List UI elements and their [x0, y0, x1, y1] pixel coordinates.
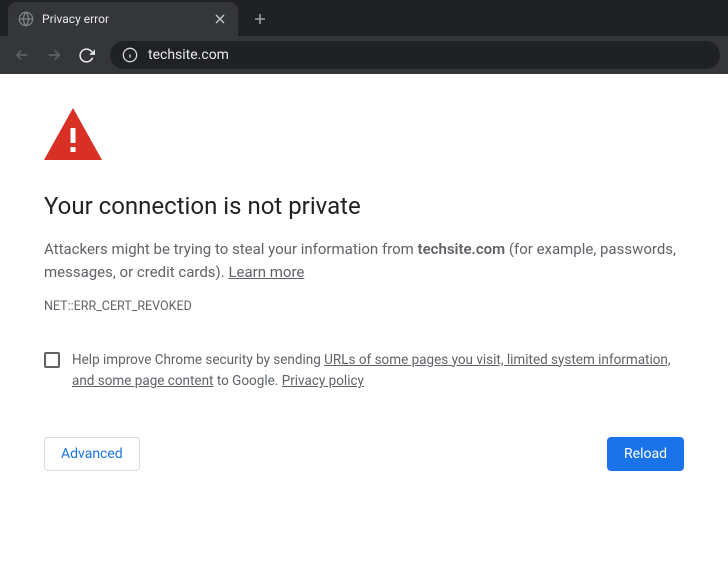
optin-text: Help improve Chrome security by sending …: [72, 350, 684, 393]
page-heading: Your connection is not private: [44, 192, 684, 220]
interstitial-content: Your connection is not private Attackers…: [0, 74, 728, 471]
browser-chrome: Privacy error: [0, 0, 728, 74]
close-icon[interactable]: [212, 11, 228, 27]
optin-checkbox[interactable]: [44, 352, 60, 368]
advanced-button[interactable]: Advanced: [44, 437, 140, 471]
reload-button[interactable]: [72, 41, 100, 69]
warning-description: Attackers might be trying to steal your …: [44, 238, 684, 285]
browser-tab[interactable]: Privacy error: [8, 2, 238, 36]
url-text: techsite.com: [148, 47, 229, 63]
reload-page-button[interactable]: Reload: [607, 437, 684, 471]
forward-button[interactable]: [40, 41, 68, 69]
button-row: Advanced Reload: [44, 437, 684, 471]
toolbar: techsite.com: [0, 36, 728, 74]
globe-icon: [18, 11, 34, 27]
new-tab-button[interactable]: [246, 5, 274, 33]
tab-strip: Privacy error: [0, 0, 728, 36]
warning-icon: [44, 108, 684, 164]
optin-row: Help improve Chrome security by sending …: [44, 350, 684, 393]
error-code: NET::ERR_CERT_REVOKED: [44, 299, 684, 314]
address-bar[interactable]: techsite.com: [110, 41, 720, 69]
privacy-policy-link[interactable]: Privacy policy: [282, 373, 364, 389]
warning-domain: techsite.com: [418, 240, 506, 258]
back-button[interactable]: [8, 41, 36, 69]
info-icon[interactable]: [122, 47, 138, 63]
tab-title: Privacy error: [42, 12, 212, 26]
learn-more-link[interactable]: Learn more: [228, 263, 304, 281]
